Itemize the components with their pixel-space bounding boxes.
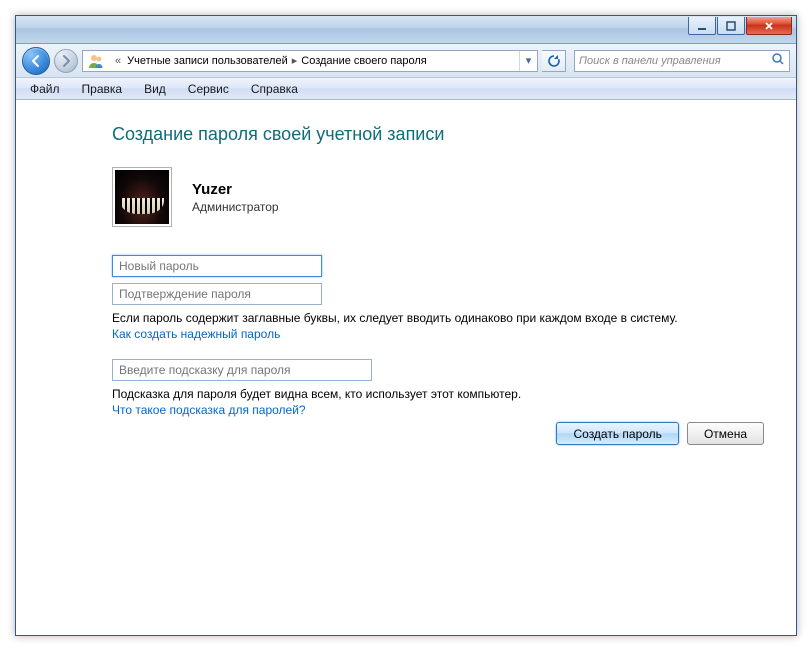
password-hint-field[interactable] <box>112 359 372 381</box>
back-button[interactable] <box>22 47 50 75</box>
breadcrumb-item-accounts[interactable]: Учетные записи пользователей <box>127 55 288 67</box>
breadcrumb-overflow[interactable]: « <box>109 55 127 67</box>
user-accounts-icon <box>87 52 105 70</box>
control-panel-window: « Учетные записи пользователей ▸ Создани… <box>15 15 797 636</box>
menu-help[interactable]: Справка <box>241 80 308 98</box>
user-name: Yuzer <box>192 181 279 198</box>
create-password-button[interactable]: Создать пароль <box>556 422 678 445</box>
menu-view[interactable]: Вид <box>134 80 176 98</box>
menu-file[interactable]: Файл <box>20 80 70 98</box>
confirm-password-field[interactable] <box>112 283 322 305</box>
breadcrumb-item-create-password[interactable]: Создание своего пароля <box>301 55 427 67</box>
cancel-button[interactable]: Отмена <box>687 422 764 445</box>
menu-tools[interactable]: Сервис <box>178 80 239 98</box>
new-password-field[interactable] <box>112 255 322 277</box>
hint-visibility-note: Подсказка для пароля будет видна всем, к… <box>112 387 764 401</box>
forward-button[interactable] <box>54 49 78 73</box>
user-role: Администратор <box>192 200 279 214</box>
close-button[interactable] <box>746 17 792 35</box>
content-area: Создание пароля своей учетной записи Yuz… <box>16 100 796 635</box>
dialog-buttons: Создать пароль Отмена <box>556 422 764 445</box>
caps-hint-text: Если пароль содержит заглавные буквы, их… <box>112 311 764 325</box>
avatar <box>112 167 172 227</box>
refresh-button[interactable] <box>542 50 566 72</box>
user-info: Yuzer Администратор <box>112 167 764 227</box>
breadcrumb-dropdown-icon[interactable]: ▾ <box>519 51 537 71</box>
maximize-button[interactable] <box>717 17 745 35</box>
breadcrumb[interactable]: « Учетные записи пользователей ▸ Создани… <box>82 50 538 72</box>
search-input[interactable]: Поиск в панели управления <box>574 50 790 72</box>
menu-edit[interactable]: Правка <box>72 80 133 98</box>
minimize-button[interactable] <box>688 17 716 35</box>
password-hint-help-link[interactable]: Что такое подсказка для паролей? <box>112 403 306 417</box>
menu-bar: Файл Правка Вид Сервис Справка <box>16 78 796 100</box>
chevron-right-icon: ▸ <box>288 54 302 67</box>
navigation-bar: « Учетные записи пользователей ▸ Создани… <box>16 44 796 78</box>
avatar-image <box>115 170 169 224</box>
search-icon <box>771 52 785 69</box>
titlebar <box>16 16 796 44</box>
search-placeholder: Поиск в панели управления <box>579 55 721 67</box>
page-title: Создание пароля своей учетной записи <box>112 124 764 145</box>
strong-password-link[interactable]: Как создать надежный пароль <box>112 327 280 341</box>
